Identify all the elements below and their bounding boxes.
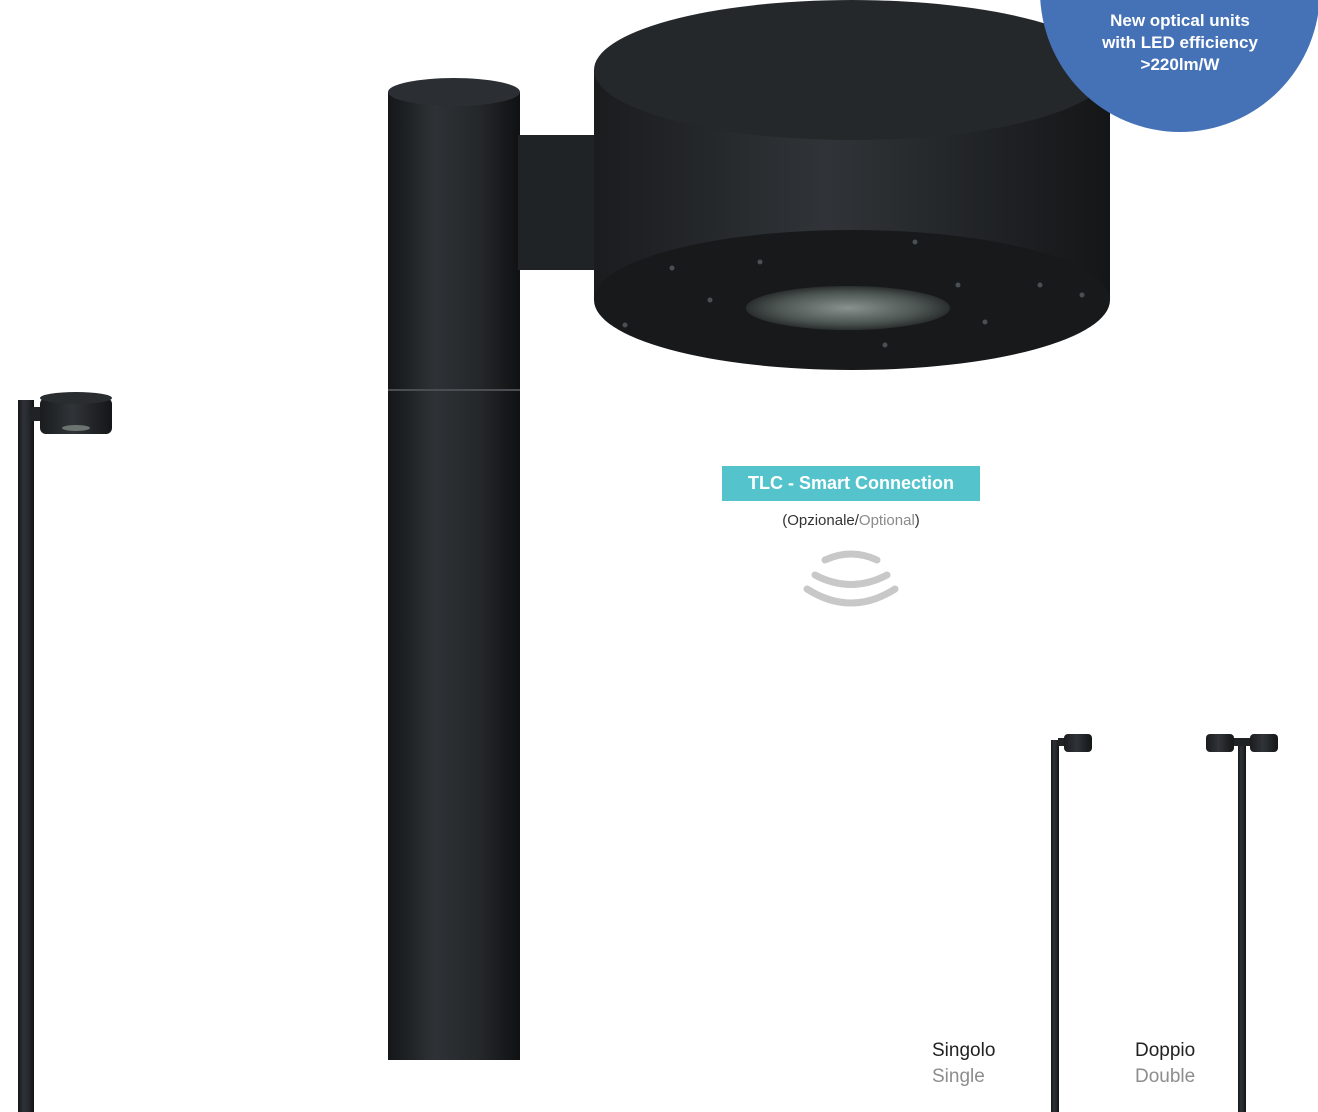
product-illustration xyxy=(18,0,1278,1112)
single-caption: Singolo Single xyxy=(932,1038,995,1090)
single-caption-en: Single xyxy=(932,1066,985,1087)
left-luminaire xyxy=(18,392,112,1112)
double-caption-it: Doppio xyxy=(1135,1040,1196,1061)
optional-en: Optional xyxy=(858,512,915,529)
single-luminaire xyxy=(1051,734,1092,1112)
main-lens xyxy=(746,286,950,330)
badge-line-1: New optical units xyxy=(1110,11,1250,30)
tlc-optional-note: (Opzionale/Optional) xyxy=(782,512,920,529)
optional-it: Opzionale xyxy=(787,512,855,529)
promo-badge-text: New optical units with LED efficiency >2… xyxy=(1080,10,1280,76)
badge-line-2: with LED efficiency xyxy=(1102,33,1258,52)
double-caption: Doppio Double xyxy=(1135,1038,1195,1090)
double-luminaire xyxy=(1206,734,1278,1112)
single-caption-it: Singolo xyxy=(932,1040,996,1061)
wireless-signal-icon xyxy=(803,550,899,607)
tlc-smart-connection-label: TLC - Smart Connection xyxy=(722,466,980,501)
main-luminaire xyxy=(388,0,1110,1060)
badge-line-3: >220lm/W xyxy=(1140,55,1220,74)
main-pole-cap xyxy=(388,78,520,106)
double-caption-en: Double xyxy=(1135,1066,1196,1087)
main-pole xyxy=(388,92,520,1060)
main-head-top xyxy=(594,0,1110,140)
